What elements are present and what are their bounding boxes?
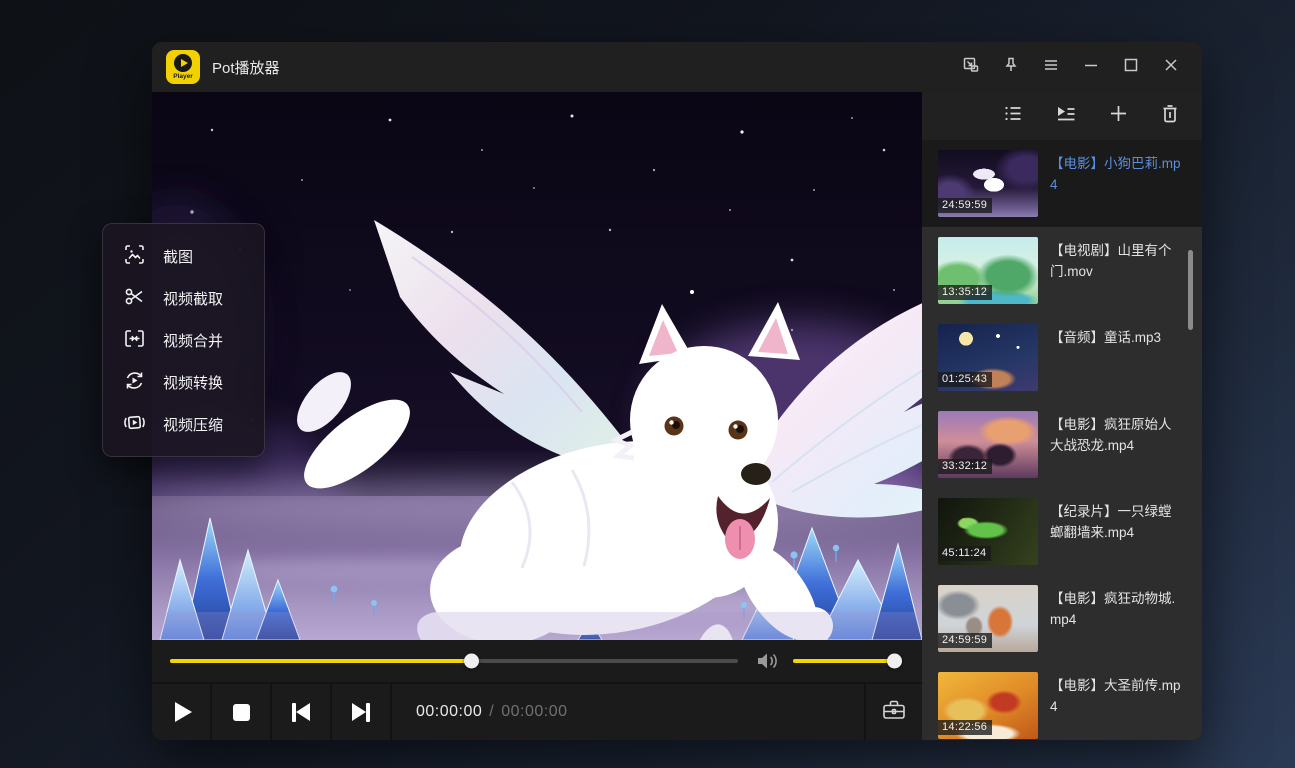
pin-on-top-button[interactable]	[994, 50, 1028, 84]
playlist-items: 24:59:59 【电影】小狗巴莉.mp4 13:35:12 【电视剧】山里有个…	[922, 140, 1202, 740]
playlist-toolbar	[922, 92, 1202, 140]
next-button[interactable]	[332, 684, 392, 740]
duration-badge: 33:32:12	[938, 459, 992, 474]
duration-badge: 01:25:43	[938, 372, 992, 387]
delete-icon[interactable]	[1160, 103, 1180, 129]
main-menu-button[interactable]	[1034, 50, 1068, 84]
volume-bar[interactable]	[793, 659, 897, 663]
playlist-item[interactable]: 14:22:56 【电影】大圣前传.mp4	[922, 662, 1202, 740]
playlist-item[interactable]: 24:59:59 【电影】疯狂动物城.mp4	[922, 575, 1202, 662]
transport-controls: 00:00:00 / 00:00:00	[152, 682, 922, 740]
title-bar[interactable]: Player Pot播放器	[152, 42, 1202, 92]
toolbox-icon	[881, 698, 907, 727]
video-thumbnail: 13:35:12	[938, 237, 1038, 304]
logo-label: Player	[173, 73, 193, 80]
next-icon	[352, 703, 370, 722]
video-thumbnail: 14:22:56	[938, 672, 1038, 739]
video-thumbnail: 24:59:59	[938, 150, 1038, 217]
video-column: 00:00:00 / 00:00:00	[152, 92, 922, 740]
menu-item-video-convert[interactable]: 视频转换	[103, 361, 264, 403]
video-thumbnail: 01:25:43	[938, 324, 1038, 391]
video-title: 【纪录片】一只绿螳螂翻墙来.mp4	[1050, 498, 1184, 565]
close-icon	[1162, 56, 1180, 79]
add-media-icon[interactable]	[1108, 103, 1129, 129]
minimize-button[interactable]	[1074, 50, 1108, 84]
compress-icon	[123, 411, 146, 438]
stop-button[interactable]	[212, 684, 272, 740]
total-time: 00:00:00	[501, 703, 567, 721]
previous-button[interactable]	[272, 684, 332, 740]
video-thumbnail: 24:59:59	[938, 585, 1038, 652]
duration-badge: 45:11:24	[938, 546, 991, 561]
menu-item-video-clip[interactable]: 视频截取	[103, 277, 264, 319]
pot-player-logo: Player	[166, 50, 200, 84]
video-title: 【电影】大圣前传.mp4	[1050, 672, 1184, 739]
playlist-list-icon[interactable]	[1003, 103, 1024, 129]
toolbox-button[interactable]	[864, 684, 922, 740]
screenshot-icon	[123, 243, 146, 270]
playlist-item[interactable]: 13:35:12 【电视剧】山里有个门.mov	[922, 227, 1202, 314]
video-title: 【电影】小狗巴莉.mp4	[1050, 150, 1184, 217]
stop-icon	[233, 704, 250, 721]
playlist-item[interactable]: 24:59:59 【电影】小狗巴莉.mp4	[922, 140, 1202, 227]
video-thumbnail: 45:11:24	[938, 498, 1038, 565]
duration-badge: 24:59:59	[938, 633, 992, 648]
playlist-item[interactable]: 01:25:43 【音频】童话.mp3	[922, 314, 1202, 401]
seek-bar[interactable]	[170, 659, 738, 663]
menu-label: 视频合并	[163, 330, 223, 351]
maximize-button[interactable]	[1114, 50, 1148, 84]
video-title: 【电影】疯狂原始人大战恐龙.mp4	[1050, 411, 1184, 478]
menu-item-screenshot[interactable]: 截图	[103, 235, 264, 277]
menu-label: 视频截取	[163, 288, 223, 309]
menu-item-video-compress[interactable]: 视频压缩	[103, 403, 264, 445]
seek-bar-fill	[170, 659, 471, 663]
video-title: 【电影】疯狂动物城.mp4	[1050, 585, 1184, 652]
current-time: 00:00:00	[416, 703, 482, 721]
speaker-icon[interactable]	[755, 650, 781, 672]
duration-badge: 14:22:56	[938, 720, 992, 735]
mini-player-icon	[962, 56, 980, 79]
context-menu: 截图 视频截取 视频合并 视频转换 视频压缩	[102, 223, 265, 457]
minimize-icon	[1082, 56, 1100, 79]
app-window: Player Pot播放器	[152, 42, 1202, 740]
volume-bar-fill	[793, 659, 894, 663]
duration-badge: 13:35:12	[938, 285, 992, 300]
video-frame-artwork	[152, 92, 922, 640]
video-display-area[interactable]	[152, 92, 922, 640]
time-separator: /	[489, 703, 494, 721]
time-display: 00:00:00 / 00:00:00	[392, 684, 568, 740]
now-playing-icon[interactable]	[1055, 103, 1077, 129]
menu-label: 视频转换	[163, 372, 223, 393]
previous-icon	[292, 703, 310, 722]
play-circle-icon	[174, 54, 192, 72]
volume-handle[interactable]	[887, 654, 902, 669]
maximize-icon	[1122, 56, 1140, 79]
video-thumbnail: 33:32:12	[938, 411, 1038, 478]
mini-player-button[interactable]	[954, 50, 988, 84]
scissors-icon	[123, 285, 146, 312]
merge-icon	[123, 327, 146, 354]
playlist-item[interactable]: 33:32:12 【电影】疯狂原始人大战恐龙.mp4	[922, 401, 1202, 488]
convert-icon	[123, 369, 146, 396]
playlist-scrollbar[interactable]	[1188, 250, 1193, 330]
playlist-item[interactable]: 45:11:24 【纪录片】一只绿螳螂翻墙来.mp4	[922, 488, 1202, 575]
pin-icon	[1002, 56, 1020, 79]
seek-volume-row	[152, 640, 922, 682]
titlebar-controls	[954, 50, 1188, 84]
seek-handle[interactable]	[464, 654, 479, 669]
window-title: Pot播放器	[212, 57, 280, 78]
play-icon	[175, 702, 192, 722]
playlist-panel: 24:59:59 【电影】小狗巴莉.mp4 13:35:12 【电视剧】山里有个…	[922, 92, 1202, 740]
duration-badge: 24:59:59	[938, 198, 992, 213]
hamburger-menu-icon	[1042, 56, 1060, 79]
video-title: 【电视剧】山里有个门.mov	[1050, 237, 1184, 304]
menu-item-video-merge[interactable]: 视频合并	[103, 319, 264, 361]
video-title: 【音频】童话.mp3	[1050, 324, 1184, 391]
menu-label: 截图	[163, 246, 193, 267]
close-button[interactable]	[1154, 50, 1188, 84]
play-button[interactable]	[152, 684, 212, 740]
menu-label: 视频压缩	[163, 414, 223, 435]
